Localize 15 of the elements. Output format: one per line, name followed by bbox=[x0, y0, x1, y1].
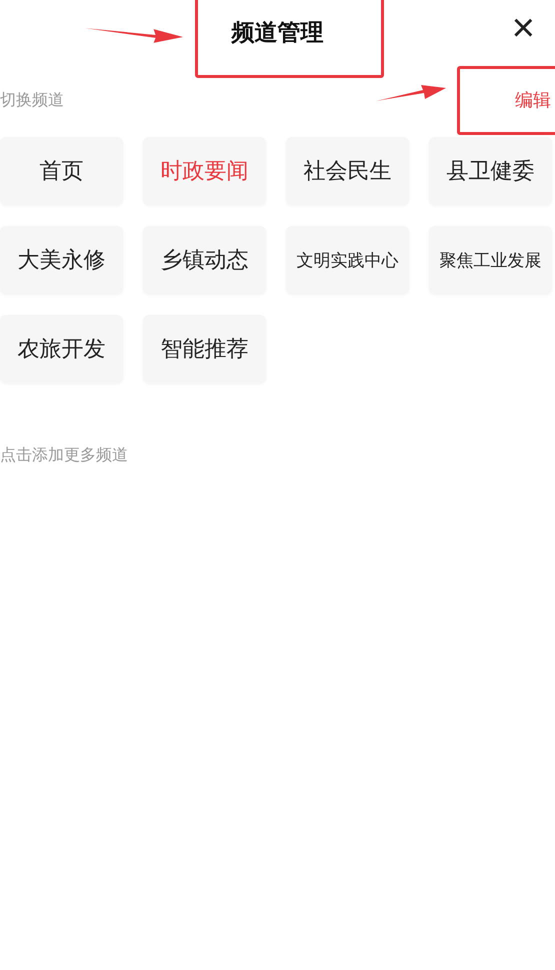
page-title: 频道管理 bbox=[232, 18, 324, 48]
channel-tile[interactable]: 智能推荐 bbox=[143, 315, 266, 383]
channel-tile[interactable]: 县卫健委 bbox=[429, 137, 552, 205]
channel-tile[interactable]: 大美永修 bbox=[0, 226, 123, 294]
section-label: 切换频道 bbox=[0, 90, 64, 110]
channel-tile[interactable]: 社会民生 bbox=[286, 137, 409, 205]
close-button[interactable]: × bbox=[512, 8, 535, 48]
channel-tile[interactable]: 时政要闻 bbox=[143, 137, 266, 205]
channel-tile[interactable]: 乡镇动态 bbox=[143, 226, 266, 294]
arrow-icon bbox=[376, 84, 446, 104]
channel-tile[interactable]: 文明实践中心 bbox=[286, 226, 409, 294]
channel-tile[interactable]: 聚焦工业发展 bbox=[429, 226, 552, 294]
channel-tile[interactable]: 首页 bbox=[0, 137, 123, 205]
channel-tile[interactable]: 农旅开发 bbox=[0, 315, 123, 383]
edit-link[interactable]: 编辑 bbox=[515, 88, 551, 112]
